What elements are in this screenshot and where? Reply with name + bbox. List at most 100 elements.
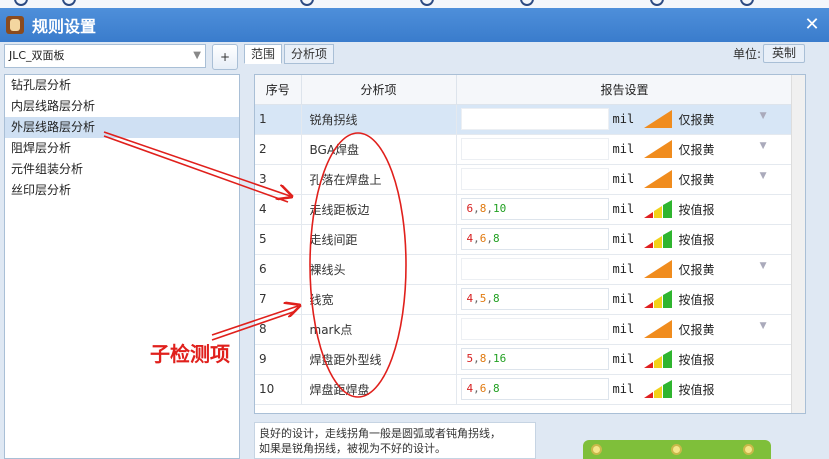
threshold-input[interactable] [460, 138, 609, 160]
severity-yellow-icon[interactable] [643, 109, 673, 129]
table-row[interactable]: 2 BGA焊盘 mil 仅报黄 ▼ [255, 134, 794, 165]
unit-text: mil [612, 382, 635, 396]
chevron-down-icon[interactable]: ▼ [760, 261, 767, 271]
unit-text: mil [612, 202, 635, 216]
chevron-down-icon[interactable]: ▼ [760, 141, 767, 151]
category-item-selected[interactable]: 外层线路层分析 [5, 117, 239, 138]
report-mode-select[interactable]: 按值报 [679, 351, 773, 368]
row-number: 3 [255, 164, 302, 195]
chevron-down-icon[interactable]: ▼ [760, 171, 767, 181]
row-item-name: 走线间距 [301, 224, 457, 255]
threshold-input[interactable]: 5,8,16 [460, 348, 609, 370]
unit-text: mil [612, 142, 635, 156]
report-setting-cell: 6,8,10 mil 按值报 [456, 194, 794, 225]
chevron-down-icon[interactable]: ▼ [193, 45, 201, 67]
toolbar-icon [62, 0, 76, 6]
left-panel: JLC_双面板 ▼ + 钻孔层分析 内层线路层分析 外层线路层分析 阻焊层分析 … [4, 44, 240, 459]
unit-setting: 单位: 英制 [733, 44, 805, 64]
tab-bar: 范围 分析项 [244, 44, 336, 64]
threshold-input[interactable]: 4,6,8 [460, 378, 609, 400]
report-mode-select[interactable]: 仅报黄 ▼ [679, 171, 773, 188]
header-report: 报告设置 [456, 75, 794, 105]
report-setting-cell: mil 仅报黄 ▼ [456, 164, 794, 195]
close-icon[interactable]: ✕ [801, 14, 823, 36]
report-setting-cell: mil 仅报黄 ▼ [456, 134, 794, 165]
category-item[interactable]: 钻孔层分析 [5, 75, 239, 96]
threshold-input[interactable] [460, 108, 609, 130]
category-item[interactable]: 内层线路层分析 [5, 96, 239, 117]
category-item[interactable]: 元件组装分析 [5, 159, 239, 180]
unit-text: mil [612, 112, 635, 126]
vertical-scrollbar[interactable] [791, 75, 805, 413]
tab-analysis-items[interactable]: 分析项 [284, 44, 335, 64]
severity-graded-icon[interactable] [643, 379, 673, 399]
tab-scope[interactable]: 范围 [244, 44, 283, 64]
row-item-name: 焊盘距焊盘 [301, 374, 457, 405]
chevron-down-icon[interactable]: ▼ [760, 321, 767, 331]
toolbar-icon [420, 0, 434, 6]
threshold-input[interactable] [460, 168, 609, 190]
row-number: 8 [255, 314, 302, 345]
report-mode-select[interactable]: 仅报黄 ▼ [679, 141, 773, 158]
annotation-label: 子检测项 [150, 342, 230, 366]
chevron-down-icon[interactable]: ▼ [760, 111, 767, 121]
table-row[interactable]: 10 焊盘距焊盘 4,6,8 mil 按值报 [255, 374, 794, 405]
toolbar-icon [520, 0, 534, 6]
pcb-preview-image [583, 440, 771, 459]
category-item[interactable]: 丝印层分析 [5, 180, 239, 201]
unit-label: 单位: [732, 47, 761, 61]
threshold-input[interactable] [460, 258, 609, 280]
row-item-name: 焊盘距外型线 [301, 344, 457, 375]
report-mode-select[interactable]: 仅报黄 ▼ [679, 261, 773, 278]
unit-text: mil [612, 262, 635, 276]
report-mode-select[interactable]: 按值报 [679, 291, 773, 308]
unit-text: mil [612, 352, 635, 366]
table-row[interactable]: 3 孔落在焊盘上 mil 仅报黄 ▼ [255, 164, 794, 195]
report-mode-select[interactable]: 仅报黄 ▼ [679, 111, 773, 128]
table-row[interactable]: 9 焊盘距外型线 5,8,16 mil 按值报 [255, 344, 794, 375]
severity-graded-icon[interactable] [643, 199, 673, 219]
report-mode-select[interactable]: 按值报 [679, 381, 773, 398]
add-board-button[interactable]: + [212, 44, 238, 70]
toolbar-icon [300, 0, 314, 6]
severity-yellow-icon[interactable] [643, 319, 673, 339]
threshold-input[interactable] [460, 318, 609, 340]
severity-yellow-icon[interactable] [643, 169, 673, 189]
row-item-name: 锐角拐线 [301, 104, 457, 135]
unit-toggle-button[interactable]: 英制 [762, 44, 805, 63]
severity-yellow-icon[interactable] [643, 259, 673, 279]
header-num: 序号 [255, 75, 302, 105]
threshold-input[interactable]: 4,5,8 [460, 288, 609, 310]
report-mode-select[interactable]: 仅报黄 ▼ [679, 321, 773, 338]
toolbar-icon [650, 0, 664, 6]
row-item-name: BGA焊盘 [301, 134, 457, 165]
severity-graded-icon[interactable] [643, 349, 673, 369]
window-titlebar: 规则设置 ✕ [0, 8, 829, 42]
header-item: 分析项 [301, 75, 457, 105]
row-number: 1 [255, 104, 302, 135]
table-row[interactable]: 4 走线距板边 6,8,10 mil 按值报 [255, 194, 794, 225]
unit-text: mil [612, 232, 635, 246]
report-setting-cell: 4,5,8 mil 按值报 [456, 284, 794, 315]
severity-yellow-icon[interactable] [643, 139, 673, 159]
table-row[interactable]: 6 裸线头 mil 仅报黄 ▼ [255, 254, 794, 285]
severity-graded-icon[interactable] [643, 229, 673, 249]
table-row[interactable]: 1 锐角拐线 mil 仅报黄 ▼ [255, 104, 794, 135]
report-mode-select[interactable]: 按值报 [679, 231, 773, 248]
table-row[interactable]: 5 走线间距 4,6,8 mil 按值报 [255, 224, 794, 255]
table-row[interactable]: 7 线宽 4,5,8 mil 按值报 [255, 284, 794, 315]
row-number: 5 [255, 224, 302, 255]
report-setting-cell: mil 仅报黄 ▼ [456, 314, 794, 345]
table-row[interactable]: 8 mark点 mil 仅报黄 ▼ [255, 314, 794, 345]
right-panel: 范围 分析项 单位: 英制 序号 分析项 报告设置 1 锐角拐线 mil 仅报黄 ▼ 2 B… [244, 44, 829, 459]
report-setting-cell: 4,6,8 mil 按值报 [456, 374, 794, 405]
description-line: 如果是锐角拐线，被视为不好的设计。 [259, 442, 446, 455]
row-number: 9 [255, 344, 302, 375]
report-mode-select[interactable]: 按值报 [679, 201, 773, 218]
board-type-select[interactable]: JLC_双面板 ▼ [4, 44, 206, 68]
threshold-input[interactable]: 4,6,8 [460, 228, 609, 250]
threshold-input[interactable]: 6,8,10 [460, 198, 609, 220]
severity-graded-icon[interactable] [643, 289, 673, 309]
category-item[interactable]: 阻焊层分析 [5, 138, 239, 159]
board-type-value: JLC_双面板 [9, 49, 65, 62]
